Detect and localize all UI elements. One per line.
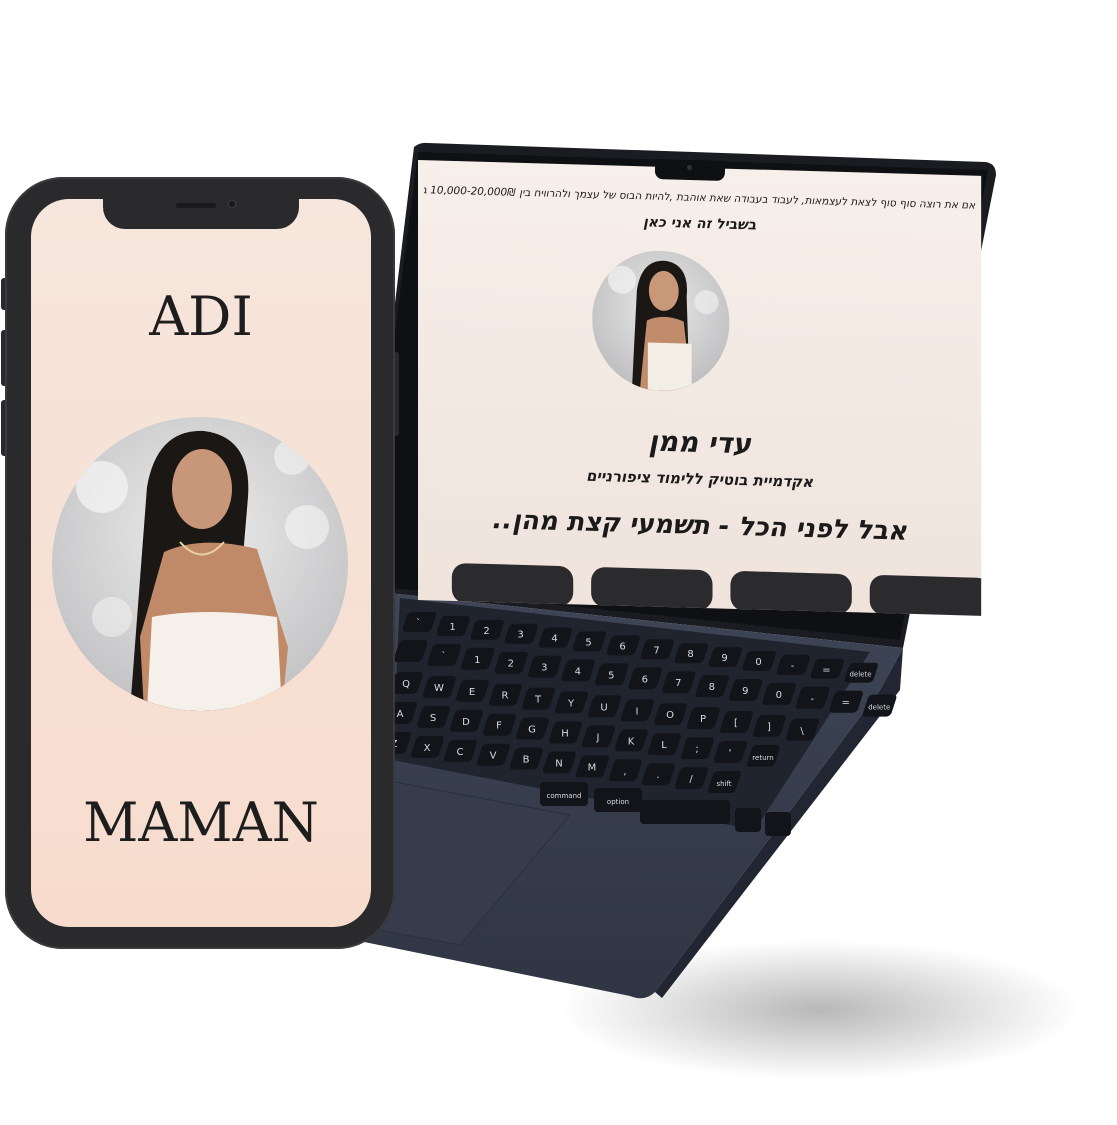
keyboard-key-label: ]	[767, 722, 771, 733]
laptop-avatar	[592, 248, 730, 393]
keyboard-key-label: A	[397, 709, 404, 720]
keyboard-key-label: H	[561, 729, 569, 740]
phone-notch	[103, 199, 299, 229]
keyboard-key-label: 8	[687, 649, 693, 660]
phone-mockup: ADI MAMAN	[5, 177, 395, 949]
phone-screen: ADI MAMAN	[31, 199, 371, 927]
keyboard-key-label: 5	[608, 670, 614, 681]
keyboard-key-label: =	[822, 665, 830, 676]
keyboard-key-label: U	[600, 702, 607, 713]
keyboard-key-label: K	[628, 736, 635, 747]
laptop-here-text: בשביל זה אני כאן	[643, 214, 757, 234]
arrow-key[interactable]	[735, 808, 761, 832]
laptop-headline: אבל לפני הכל - תשמעי קצת מהן..	[492, 505, 907, 547]
keyboard-key-label: 0	[755, 657, 761, 668]
woman-portrait-icon	[592, 248, 730, 393]
arrow-key[interactable]	[765, 812, 791, 836]
keyboard-key-label: F	[496, 721, 502, 732]
video-card[interactable]	[730, 570, 852, 615]
keyboard-key-label: 1	[449, 622, 455, 633]
keyboard-key-label: delete	[868, 704, 890, 712]
video-card[interactable]	[591, 566, 713, 611]
laptop-name: עדי ממן	[648, 424, 751, 461]
keyboard-key-label: B	[523, 755, 530, 766]
camera-icon	[687, 164, 693, 171]
phone-title-last: MAMAN	[83, 791, 319, 854]
keyboard-key-label: 7	[675, 678, 681, 689]
laptop-screen: אם את רוצה סוף סוף לצאת לעצמאות, לעבוד ב…	[418, 160, 982, 616]
keyboard-key-label: .	[656, 770, 659, 781]
keyboard-key-label: 2	[483, 626, 489, 637]
keyboard-key-label: D	[462, 717, 470, 728]
keyboard-key-label: 2	[508, 659, 514, 670]
keyboard-key-label: O	[666, 710, 674, 721]
keyboard-key-label: P	[700, 714, 706, 725]
keyboard-key-label: ;	[695, 744, 698, 755]
keyboard-key-label: 8	[709, 682, 715, 693]
laptop-notch	[654, 159, 726, 181]
keyboard-key-label: 9	[742, 686, 748, 697]
keyboard-key-label: 6	[619, 641, 625, 652]
keyboard-key-label: `	[441, 650, 446, 662]
keyboard-key-label: 3	[517, 630, 523, 641]
keyboard-key-label: '	[729, 748, 732, 759]
phone-avatar	[52, 417, 348, 711]
keyboard-key-label: 4	[551, 634, 557, 645]
keyboard-key-label: C	[457, 747, 464, 758]
keyboard-key-label: `	[416, 617, 421, 629]
laptop-subtitle: אקדמיית בוטיק ללימוד ציפורניים	[586, 466, 814, 492]
keyboard-key-label: V	[490, 751, 497, 762]
keyboard-key-label: 0	[776, 690, 782, 701]
keyboard-key-label: delete	[849, 671, 871, 679]
keyboard-key-label: S	[430, 713, 436, 724]
space-bar[interactable]	[640, 800, 730, 824]
keyboard-key-label: R	[502, 691, 509, 702]
keyboard-key-label: M	[588, 762, 597, 773]
keyboard-key-label: T	[534, 695, 542, 706]
keyboard-key-label: return	[752, 754, 773, 762]
keyboard-key-label: =	[842, 698, 850, 709]
keyboard-key-label: Q	[402, 679, 410, 690]
keyboard-key-label: L	[661, 740, 667, 751]
keyboard-key-label: W	[434, 683, 444, 694]
keyboard-key-label: G	[528, 725, 536, 736]
keyboard-key-label: 7	[653, 645, 659, 656]
keyboard-key-label: I	[636, 706, 639, 717]
phone-title-first: ADI	[149, 285, 253, 348]
keyboard-key-label: -	[810, 694, 814, 705]
keyboard-key-label: E	[469, 687, 475, 698]
woman-portrait-icon	[52, 417, 348, 711]
keyboard-key-label: ,	[623, 766, 626, 777]
camera-icon	[227, 199, 237, 209]
keyboard-key-label: 5	[585, 638, 591, 649]
keyboard-key-label: option	[607, 798, 629, 806]
keyboard-key-label: 4	[575, 667, 581, 678]
keyboard-key-label: 9	[721, 653, 727, 664]
keyboard-key-label: 6	[642, 674, 648, 685]
keyboard-key-label: 1	[474, 655, 480, 666]
keyboard-key-label: N	[555, 759, 562, 770]
keyboard-key-label: J	[596, 732, 600, 743]
keyboard-key-label: 3	[541, 663, 547, 674]
keyboard-key-label: X	[424, 743, 431, 754]
video-card[interactable]	[869, 574, 982, 616]
keyboard-key-label: command	[547, 792, 582, 800]
video-card[interactable]	[451, 562, 574, 607]
keyboard-key-label: shift	[716, 780, 731, 788]
speaker-icon	[176, 203, 216, 208]
keyboard-key-label: [	[734, 718, 738, 729]
keyboard-key-label: -	[791, 661, 795, 672]
keyboard-key-label: Y	[567, 699, 575, 710]
laptop-intro-text: אם את רוצה סוף סוף לצאת לעצמאות, לעבוד ב…	[423, 184, 976, 212]
